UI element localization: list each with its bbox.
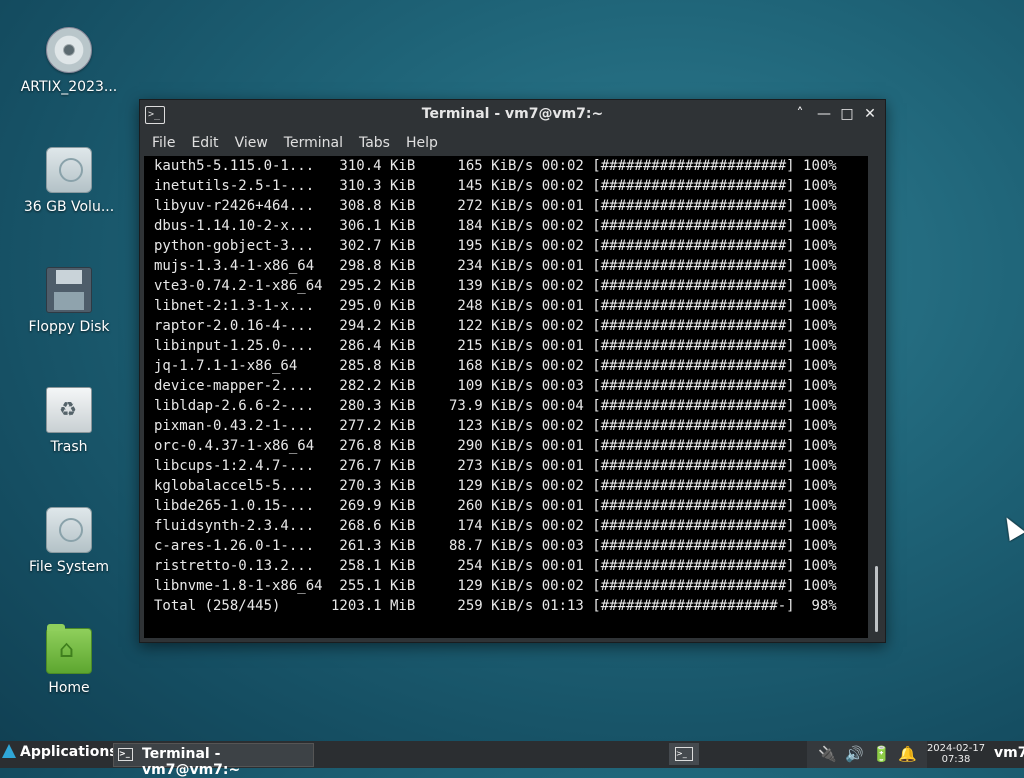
terminal-line: pixman-0.43.2-1-... 277.2 KiB 123 KiB/s …: [154, 418, 837, 434]
terminal-line: ristretto-0.13.2... 258.1 KiB 254 KiB/s …: [154, 558, 837, 574]
terminal-line: device-mapper-2.... 282.2 KiB 109 KiB/s …: [154, 378, 837, 394]
network-icon[interactable]: 🔌: [818, 745, 837, 763]
home-folder-icon: [46, 624, 92, 674]
desktop-icon-label: ARTIX_2023...: [20, 79, 118, 95]
hard-drive-icon: [46, 507, 92, 553]
terminal-launcher-button[interactable]: >_: [669, 743, 699, 765]
desktop-icon-label: Home: [48, 680, 90, 696]
applications-menu-button[interactable]: Applications: [2, 744, 118, 760]
user-menu[interactable]: vm7: [994, 745, 1024, 761]
clock[interactable]: 2024-02-17 07:38: [925, 743, 987, 765]
taskbar-window-button[interactable]: >_ Terminal - vm7@vm7:~: [113, 743, 314, 778]
battery-icon[interactable]: 🔋: [872, 745, 891, 763]
terminal-line: vte3-0.74.2-1-x86_64 295.2 KiB 139 KiB/s…: [154, 278, 837, 294]
terminal-line: kglobalaccel5-5.... 270.3 KiB 129 KiB/s …: [154, 478, 837, 494]
terminal-icon: >_: [118, 748, 133, 761]
mouse-pointer-icon: [998, 512, 1024, 542]
terminal-line: libldap-2.6.6-2-... 280.3 KiB 73.9 KiB/s…: [154, 398, 837, 414]
desktop-icon-floppy[interactable]: Floppy Disk: [9, 267, 129, 335]
terminal-line: libde265-1.0.15-... 269.9 KiB 260 KiB/s …: [154, 498, 837, 514]
terminal-line: fluidsynth-2.3.4... 268.6 KiB 174 KiB/s …: [154, 518, 837, 534]
artix-logo-icon: [2, 744, 16, 758]
desktop-icon-label: File System: [28, 559, 110, 575]
terminal-icon: >_: [675, 747, 693, 761]
menu-help[interactable]: Help: [398, 135, 446, 151]
terminal-line: orc-0.4.37-1-x86_64 276.8 KiB 290 KiB/s …: [154, 438, 837, 454]
terminal-line: libnvme-1.8-1-x86_64 255.1 KiB 129 KiB/s…: [154, 578, 837, 594]
desktop-icon-trash[interactable]: Trash: [9, 387, 129, 455]
scrollbar-thumb[interactable]: [875, 566, 878, 632]
notification-bell-icon[interactable]: 🔔: [898, 745, 917, 763]
menu-bar: File Edit View Terminal Tabs Help: [140, 130, 885, 156]
desktop-icon-label: Floppy Disk: [28, 319, 110, 335]
desktop-icon-volume[interactable]: 36 GB Volu...: [9, 147, 129, 215]
terminal-line: libnet-2:1.3-1-x... 295.0 KiB 248 KiB/s …: [154, 298, 837, 314]
menu-terminal[interactable]: Terminal: [276, 135, 351, 151]
shade-button[interactable]: ˄: [790, 104, 810, 124]
clock-date: 2024-02-17: [926, 743, 986, 754]
hard-drive-icon: [46, 147, 92, 193]
volume-icon[interactable]: 🔊: [845, 745, 864, 763]
floppy-disk-icon: [46, 267, 92, 313]
window-title: Terminal - vm7@vm7:~: [421, 106, 604, 122]
desktop-icon-label: 36 GB Volu...: [23, 199, 115, 215]
terminal-line: inetutils-2.5-1-... 310.3 KiB 145 KiB/s …: [154, 178, 837, 194]
terminal-line: mujs-1.3.4-1-x86_64 298.8 KiB 234 KiB/s …: [154, 258, 837, 274]
terminal-line: dbus-1.14.10-2-x... 306.1 KiB 184 KiB/s …: [154, 218, 837, 234]
optical-disc-icon: [46, 27, 92, 73]
terminal-line: libinput-1.25.0-... 286.4 KiB 215 KiB/s …: [154, 338, 837, 354]
terminal-text: kauth5-5.115.0-1... 310.4 KiB 165 KiB/s …: [144, 156, 868, 616]
terminal-line: python-gobject-3... 302.7 KiB 195 KiB/s …: [154, 238, 837, 254]
menu-file[interactable]: File: [144, 135, 183, 151]
terminal-line: kauth5-5.115.0-1... 310.4 KiB 165 KiB/s …: [154, 158, 837, 174]
menu-view[interactable]: View: [227, 135, 276, 151]
terminal-line: Total (258/445) 1203.1 MiB 259 KiB/s 01:…: [154, 598, 837, 614]
terminal-window[interactable]: >_ Terminal - vm7@vm7:~ ˄ — □ ✕ File Edi…: [139, 99, 886, 643]
desktop-icon-label: Trash: [50, 439, 88, 455]
maximize-button[interactable]: □: [837, 104, 857, 124]
menu-edit[interactable]: Edit: [183, 135, 226, 151]
terminal-line: libyuv-r2426+464... 308.8 KiB 272 KiB/s …: [154, 198, 837, 214]
desktop-icon-artix[interactable]: ARTIX_2023...: [9, 27, 129, 95]
terminal-line: raptor-2.0.16-4-... 294.2 KiB 122 KiB/s …: [154, 318, 837, 334]
terminal-line: jq-1.7.1-1-x86_64 285.8 KiB 168 KiB/s 00…: [154, 358, 837, 374]
close-button[interactable]: ✕: [860, 104, 880, 124]
terminal-line: libcups-1:2.4.7-... 276.7 KiB 273 KiB/s …: [154, 458, 837, 474]
desktop-icon-filesystem[interactable]: File System: [9, 507, 129, 575]
minimize-button[interactable]: —: [814, 104, 834, 124]
menu-tabs[interactable]: Tabs: [351, 135, 398, 151]
taskbar-window-label: Terminal - vm7@vm7:~: [142, 746, 241, 778]
terminal-scrollbar[interactable]: [871, 156, 881, 638]
desktop-icon-home[interactable]: Home: [9, 624, 129, 696]
taskbar: Applications >_ Terminal - vm7@vm7:~ >_ …: [0, 741, 1024, 778]
trash-icon: [46, 387, 92, 433]
terminal-output[interactable]: kauth5-5.115.0-1... 310.4 KiB 165 KiB/s …: [144, 156, 868, 638]
applications-label: Applications: [20, 744, 118, 760]
terminal-line: c-ares-1.26.0-1-... 261.3 KiB 88.7 KiB/s…: [154, 538, 837, 554]
window-titlebar[interactable]: >_ Terminal - vm7@vm7:~ ˄ — □ ✕: [140, 100, 885, 130]
clock-time: 07:38: [941, 754, 971, 765]
